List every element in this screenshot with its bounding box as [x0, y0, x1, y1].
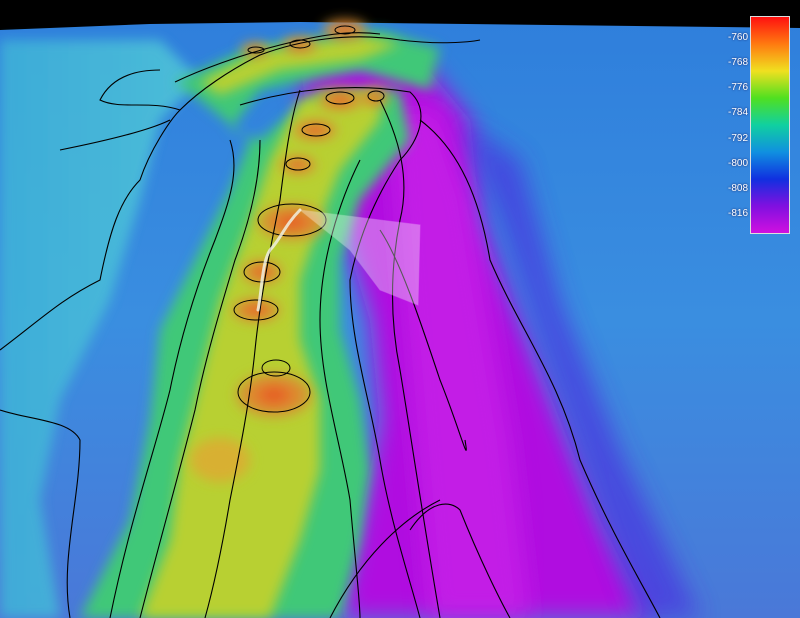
legend-tick: -808: [727, 183, 748, 194]
bathymetry-map: -760 -768 -776 -784 -792 -800 -808 -816: [0, 0, 800, 618]
legend-tick: -784: [727, 107, 748, 118]
legend-tick: -800: [727, 158, 748, 169]
terrain-3d-view: [0, 0, 800, 618]
legend-tick: -768: [727, 57, 748, 68]
legend-tick: -776: [727, 82, 748, 93]
legend-tick: -816: [727, 208, 748, 219]
depth-color-scale: [750, 16, 790, 234]
depth-legend: -760 -768 -776 -784 -792 -800 -808 -816: [722, 14, 792, 236]
legend-tick: -792: [727, 133, 748, 144]
legend-tick: -760: [727, 32, 748, 43]
